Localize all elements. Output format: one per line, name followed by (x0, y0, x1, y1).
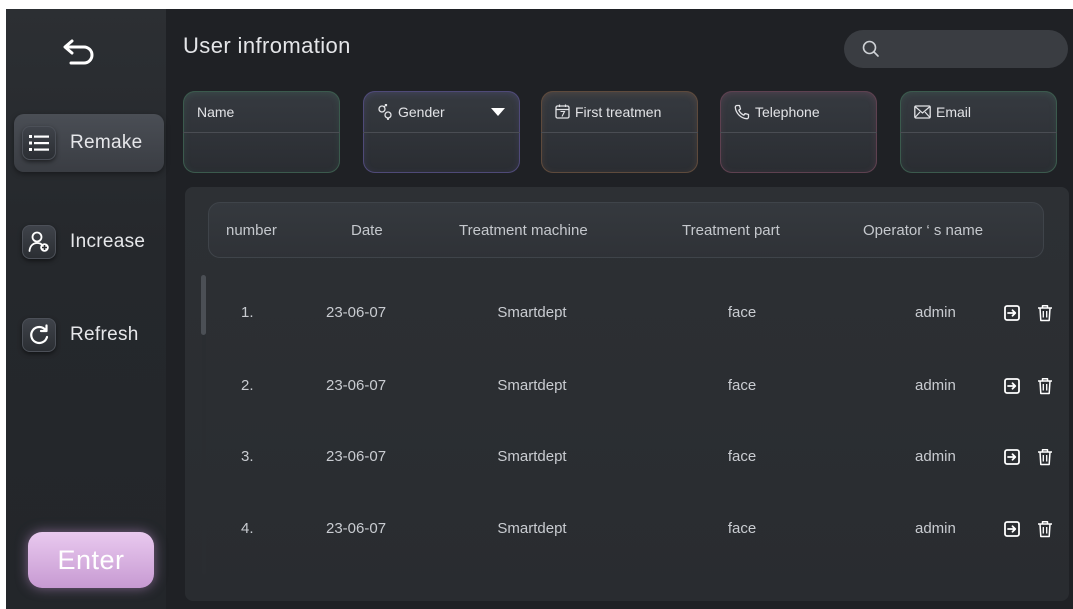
refresh-icon (22, 318, 56, 352)
gender-select[interactable]: Gender (363, 91, 520, 173)
gender-select-label: Gender (398, 103, 445, 120)
page-title: User infromation (183, 33, 351, 58)
app-screen: Remake Increase Refresh Enter User infro… (6, 9, 1073, 609)
enter-button[interactable]: Enter (28, 532, 154, 588)
row-date: 23-06-07 (326, 304, 387, 321)
table-header: number Date Treatment machine Treatment … (208, 202, 1044, 258)
email-field[interactable]: Email (900, 91, 1057, 173)
table-row: 1. 23-06-07 Smartdept face admin (185, 294, 1069, 334)
table-row: 3. 23-06-07 Smartdept face admin (185, 438, 1069, 478)
list-icon (22, 126, 56, 160)
gender-select-header: Gender (363, 91, 520, 133)
name-field-header: Name (183, 91, 340, 133)
sidebar-item-refresh[interactable]: Refresh (14, 306, 164, 364)
email-icon (914, 104, 931, 119)
back-arrow-icon (63, 39, 94, 65)
back-button[interactable] (56, 31, 102, 71)
telephone-label: Telephone (755, 103, 820, 120)
add-user-icon (22, 225, 56, 259)
name-field[interactable]: Name (183, 91, 340, 173)
row-date: 23-06-07 (326, 377, 387, 394)
gender-icon (378, 103, 392, 120)
row-number: 2. (241, 377, 254, 394)
search-icon (862, 40, 879, 57)
calendar-icon (555, 104, 570, 119)
sidebar-item-label: Remake (70, 132, 143, 153)
search-input[interactable] (888, 41, 1058, 57)
table-row: 2. 23-06-07 Smartdept face admin (185, 367, 1069, 407)
row-number: 1. (241, 304, 254, 321)
column-header-date: Date (351, 222, 383, 239)
row-operator: admin (915, 304, 956, 321)
row-machine: Smartdept (497, 304, 567, 321)
row-part: face (727, 304, 757, 321)
export-icon[interactable] (1001, 518, 1023, 540)
row-machine: Smartdept (497, 377, 567, 394)
email-header: Email (900, 91, 1057, 133)
row-operator: admin (915, 520, 956, 537)
sidebar-item-remake[interactable]: Remake (14, 114, 164, 172)
row-operator: admin (915, 448, 956, 465)
column-header-number: number (226, 222, 277, 239)
trash-icon[interactable] (1034, 375, 1056, 397)
row-operator: admin (915, 377, 956, 394)
records-table: number Date Treatment machine Treatment … (185, 187, 1069, 601)
column-header-operator: Operator ‘ s name (863, 222, 984, 239)
email-label: Email (936, 103, 972, 120)
sidebar: Remake Increase Refresh Enter (6, 9, 166, 609)
export-icon[interactable] (1001, 446, 1023, 468)
row-number: 3. (241, 448, 254, 465)
row-part: face (727, 448, 757, 465)
row-machine: Smartdept (497, 520, 567, 537)
row-number: 4. (241, 520, 254, 537)
row-part: face (727, 520, 757, 537)
export-icon[interactable] (1001, 302, 1023, 324)
table-row: 4. 23-06-07 Smartdept face admin (185, 510, 1069, 550)
name-field-label: Name (197, 103, 235, 120)
column-header-part: Treatment part (682, 222, 780, 239)
trash-icon[interactable] (1034, 302, 1056, 324)
sidebar-item-increase[interactable]: Increase (14, 213, 164, 271)
sidebar-item-label: Refresh (70, 324, 139, 345)
row-date: 23-06-07 (326, 448, 387, 465)
first-treatment-field[interactable]: First treatmen (541, 91, 698, 173)
dropdown-arrow-icon[interactable] (490, 106, 506, 118)
first-treatment-label: First treatmen (575, 103, 662, 120)
row-part: face (727, 377, 757, 394)
phone-icon (734, 104, 750, 119)
first-treatment-header: First treatmen (541, 91, 698, 133)
trash-icon[interactable] (1034, 446, 1056, 468)
row-date: 23-06-07 (326, 520, 387, 537)
telephone-header: Telephone (720, 91, 877, 133)
trash-icon[interactable] (1034, 518, 1056, 540)
row-machine: Smartdept (497, 448, 567, 465)
telephone-field[interactable]: Telephone (720, 91, 877, 173)
sidebar-item-label: Increase (70, 231, 146, 252)
column-header-machine: Treatment machine (459, 222, 588, 239)
search-box[interactable] (844, 30, 1068, 68)
export-icon[interactable] (1001, 375, 1023, 397)
